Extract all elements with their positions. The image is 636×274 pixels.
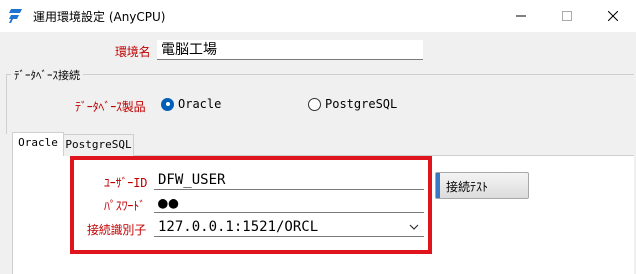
radio-postgresql[interactable]: PostgreSQL [308, 97, 397, 111]
button-accent-bar [436, 173, 440, 198]
app-logo-icon [9, 9, 22, 23]
window-title: 運用環境設定 (AnyCPU) [33, 10, 166, 24]
tab-oracle[interactable]: Oracle [12, 132, 64, 156]
connection-test-button-label: 接続ﾃｽﾄ [446, 180, 489, 194]
environment-name-label: 環境名 [115, 45, 151, 59]
minimize-button[interactable] [498, 0, 544, 32]
radio-unselected-icon [308, 97, 321, 111]
database-connection-group-title: ﾃﾞｰﾀﾍﾞｰｽ接続 [11, 67, 83, 83]
maximize-button[interactable] [544, 0, 590, 32]
radio-postgresql-label: PostgreSQL [325, 97, 398, 111]
maximize-icon [562, 11, 572, 21]
highlight-box [70, 156, 432, 254]
minimize-icon [516, 15, 526, 17]
close-button[interactable] [590, 0, 636, 32]
radio-oracle[interactable]: Oracle [161, 97, 221, 111]
radio-selected-icon [161, 97, 174, 111]
title-bar: 運用環境設定 (AnyCPU) [0, 0, 636, 32]
database-product-label: ﾃﾞｰﾀﾍﾞｰｽ製品 [75, 100, 146, 114]
close-icon [608, 11, 618, 21]
radio-oracle-label: Oracle [178, 97, 222, 111]
tab-postgresql[interactable]: PostgreSQL [64, 134, 134, 156]
environment-name-input[interactable]: 電脳工場 [157, 40, 423, 60]
connection-test-button[interactable]: 接続ﾃｽﾄ [435, 172, 529, 199]
